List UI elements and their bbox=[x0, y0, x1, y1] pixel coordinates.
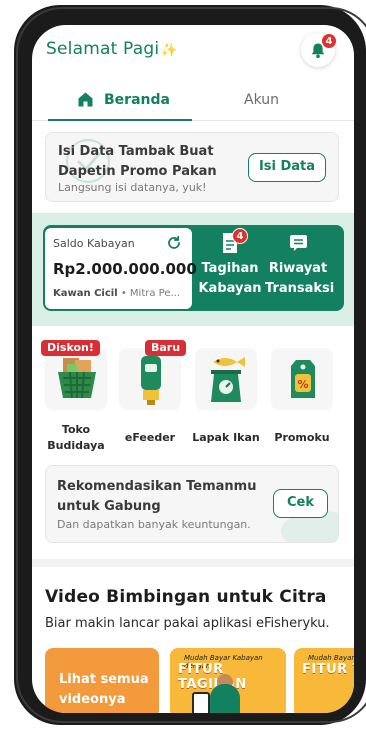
greeting-text: Selamat Pagi ✨ bbox=[46, 39, 178, 59]
referral-card: Rekomendasikan Temanmu untuk Gabung Dan … bbox=[45, 465, 339, 543]
quick-action-tagihan[interactable]: 4 Tagihan Kabayan bbox=[197, 227, 263, 297]
pond-data-promo-card: Isi Data Tambak Buat Dapetin Promo Pakan… bbox=[45, 132, 339, 202]
home-icon bbox=[78, 92, 93, 107]
feature-grid: Diskon! Toko Budidaya Baru eFeeder Lapak… bbox=[32, 340, 354, 455]
top-tabs: Beranda Akun bbox=[32, 83, 354, 121]
balance-amount: Rp2.000.000.000 bbox=[53, 260, 197, 278]
video-section-title: Video Bimbingan untuk Citra bbox=[45, 587, 327, 607]
video-thumbnail[interactable]: Mudah Bayar Kabayan dengan FITUR TAGIHAN bbox=[170, 648, 286, 713]
section-divider bbox=[32, 559, 354, 567]
feature-promoku-label: Promoku bbox=[274, 431, 330, 444]
promo-title: Isi Data Tambak Buat Dapetin Promo Pakan bbox=[58, 144, 217, 179]
notification-badge: 4 bbox=[321, 33, 337, 49]
discount-badge: Diskon! bbox=[41, 340, 100, 356]
quick-action-tagihan-label: Tagihan Kabayan bbox=[198, 261, 262, 296]
feature-toko-budidaya-label: Toko Budidaya bbox=[47, 423, 105, 452]
tab-beranda-label: Beranda bbox=[104, 92, 170, 108]
balance-card[interactable]: Saldo Kabayan Rp2.000.000.000 Kawan Cici… bbox=[45, 228, 197, 309]
balance-label: Saldo Kabayan bbox=[53, 237, 135, 250]
balance-footer: Kawan Cicil • Mitra Pe... bbox=[53, 288, 181, 299]
quick-action-riwayat-label: Riwayat Transaksi bbox=[265, 261, 335, 296]
transaction-history-icon bbox=[290, 235, 307, 251]
promo-subtitle: Langsung isi datanya, yuk! bbox=[58, 181, 207, 194]
referral-title: Rekomendasikan Temanmu untuk Gabung bbox=[57, 479, 257, 514]
sparkle-icon: ✨ bbox=[161, 43, 178, 58]
tab-akun[interactable]: Akun bbox=[208, 83, 338, 121]
balance-section: Saldo Kabayan Rp2.000.000.000 Kawan Cici… bbox=[32, 213, 354, 326]
fill-data-button[interactable]: Isi Data bbox=[248, 153, 326, 182]
notification-button[interactable]: 4 bbox=[301, 33, 337, 67]
video-thumbnail[interactable]: Mudah Bayar FITUR T bbox=[294, 648, 354, 713]
quick-action-riwayat[interactable]: Riwayat Transaksi bbox=[265, 227, 335, 297]
efeeder-device-icon bbox=[141, 356, 161, 405]
presenter-figure bbox=[210, 684, 240, 713]
svg-text:%: % bbox=[297, 378, 308, 391]
shopping-basket-icon bbox=[58, 358, 96, 399]
app-screen: Selamat Pagi ✨ 4 Beranda Akun Isi Data Ta… bbox=[32, 25, 354, 713]
phone-illustration bbox=[192, 692, 210, 713]
tab-beranda[interactable]: Beranda bbox=[48, 83, 192, 121]
promo-tag-icon: % bbox=[291, 360, 315, 398]
see-all-videos-card[interactable]: Lihat semua videonya bbox=[45, 648, 159, 713]
feature-efeeder-label: eFeeder bbox=[124, 431, 176, 444]
feature-lapak-ikan-label: Lapak Ikan bbox=[192, 431, 260, 444]
app-header: Selamat Pagi ✨ 4 bbox=[32, 25, 354, 83]
tab-akun-label: Akun bbox=[244, 92, 279, 108]
video-thumbnail-tag: Mudah Bayar bbox=[308, 654, 354, 662]
new-badge: Baru bbox=[145, 340, 187, 356]
check-referral-button[interactable]: Cek bbox=[273, 489, 328, 518]
see-all-videos-label: Lihat semua videonya bbox=[59, 672, 149, 707]
video-section-subtitle: Biar makin lancar pakai aplikasi eFisher… bbox=[45, 616, 330, 631]
bill-badge: 4 bbox=[232, 228, 248, 244]
refresh-icon[interactable] bbox=[166, 235, 182, 251]
video-thumbnail-headline: FITUR T bbox=[302, 662, 354, 677]
referral-subtitle: Dan dapatkan banyak keuntungan. bbox=[57, 518, 251, 531]
fish-scale-icon bbox=[211, 357, 245, 402]
